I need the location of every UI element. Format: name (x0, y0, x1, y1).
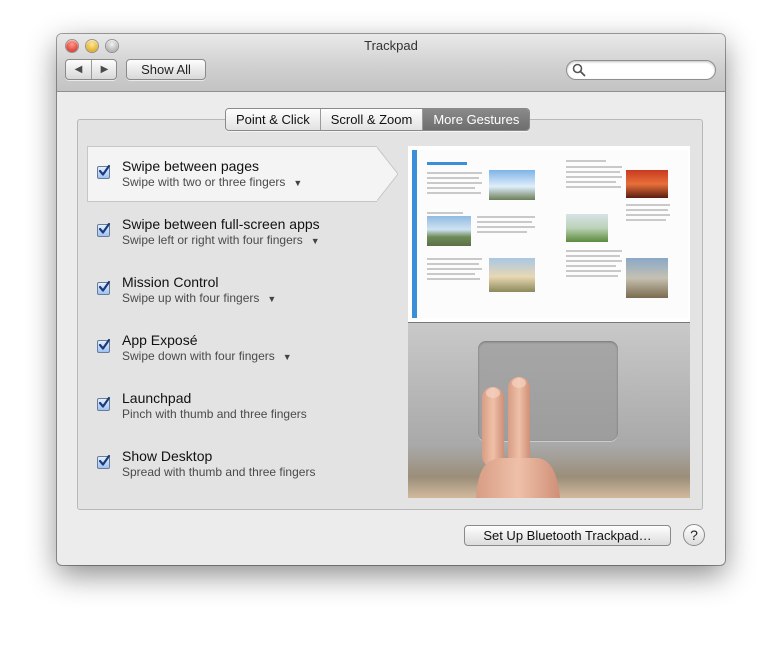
gesture-list: Swipe between pages Swipe with two or th… (87, 146, 422, 500)
gesture-item-swipe-between-pages[interactable]: Swipe between pages Swipe with two or th… (87, 146, 422, 202)
tab-point-and-click[interactable]: Point & Click (226, 109, 321, 130)
forward-button[interactable]: ▶ (92, 60, 117, 79)
popup-caret-icon[interactable]: ▼ (283, 352, 292, 362)
search-field[interactable] (566, 60, 716, 80)
popup-caret-icon[interactable]: ▼ (311, 236, 320, 246)
popup-caret-icon[interactable]: ▼ (293, 178, 302, 188)
two-fingers-image (476, 377, 560, 498)
app-expose-checkbox[interactable] (97, 338, 111, 353)
search-input[interactable] (589, 63, 713, 79)
back-button[interactable]: ◀ (66, 60, 92, 79)
checkmark-icon (98, 454, 111, 466)
title-bar: Trackpad ◀ ▶ Show All (57, 34, 725, 92)
gesture-title: App Exposé (122, 332, 198, 348)
popup-caret-icon[interactable]: ▼ (267, 294, 276, 304)
tab-more-gestures[interactable]: More Gestures (423, 109, 530, 130)
checkmark-icon (98, 164, 111, 176)
help-button[interactable]: ? (683, 524, 705, 546)
gesture-title: Launchpad (122, 390, 192, 406)
gesture-item-app-expose[interactable]: App Exposé Swipe down with four fingers ▼ (87, 320, 422, 376)
gesture-title: Swipe between full-screen apps (122, 216, 320, 232)
tab-scroll-and-zoom[interactable]: Scroll & Zoom (320, 109, 424, 130)
checkmark-icon (98, 280, 111, 292)
gesture-description: Spread with thumb and three fingers (122, 465, 316, 479)
gesture-title: Mission Control (122, 274, 219, 290)
gesture-item-mission-control[interactable]: Mission Control Swipe up with four finge… (87, 262, 422, 318)
gesture-preview-video (408, 146, 690, 498)
gesture-item-launchpad[interactable]: Launchpad Pinch with thumb and three fin… (87, 378, 422, 434)
selection-highlight (87, 146, 377, 202)
gesture-option-popup[interactable]: Swipe up with four fingers ▼ (122, 291, 276, 305)
forward-arrow-icon: ▶ (100, 64, 109, 75)
swipe-between-pages-checkbox[interactable] (97, 164, 111, 179)
launchpad-checkbox[interactable] (97, 396, 111, 411)
tab-bar: Point & Click Scroll & Zoom More Gesture… (225, 108, 531, 131)
gesture-item-show-desktop[interactable]: Show Desktop Spread with thumb and three… (87, 436, 422, 492)
swipe-between-fullscreen-apps-checkbox[interactable] (97, 222, 111, 237)
checkmark-icon (98, 396, 111, 408)
trackpad-preferences-window: Trackpad ◀ ▶ Show All Point & Click Scro… (57, 34, 725, 565)
search-icon (572, 63, 586, 77)
gesture-item-swipe-between-fullscreen-apps[interactable]: Swipe between full-screen apps Swipe lef… (87, 204, 422, 260)
book-left-page (412, 150, 553, 318)
book-right-page (552, 150, 688, 318)
gesture-option-popup[interactable]: Swipe down with four fingers ▼ (122, 349, 292, 363)
selection-arrow (376, 146, 398, 202)
trackpad-animation (408, 323, 690, 498)
back-arrow-icon: ◀ (74, 64, 83, 75)
gesture-title: Swipe between pages (122, 158, 259, 174)
checkmark-icon (98, 222, 111, 234)
checkmark-icon (98, 338, 111, 350)
mission-control-checkbox[interactable] (97, 280, 111, 295)
gesture-option-popup[interactable]: Swipe left or right with four fingers ▼ (122, 233, 320, 247)
book-preview-image (408, 146, 690, 323)
show-desktop-checkbox[interactable] (97, 454, 111, 469)
show-all-button[interactable]: Show All (126, 59, 206, 80)
gesture-option-popup[interactable]: Swipe with two or three fingers ▼ (122, 175, 302, 189)
gesture-description: Pinch with thumb and three fingers (122, 407, 307, 421)
gesture-title: Show Desktop (122, 448, 213, 464)
window-title: Trackpad (364, 38, 418, 53)
set-up-bluetooth-trackpad-button[interactable]: Set Up Bluetooth Trackpad… (464, 525, 671, 546)
back-forward-control: ◀ ▶ (65, 59, 117, 80)
